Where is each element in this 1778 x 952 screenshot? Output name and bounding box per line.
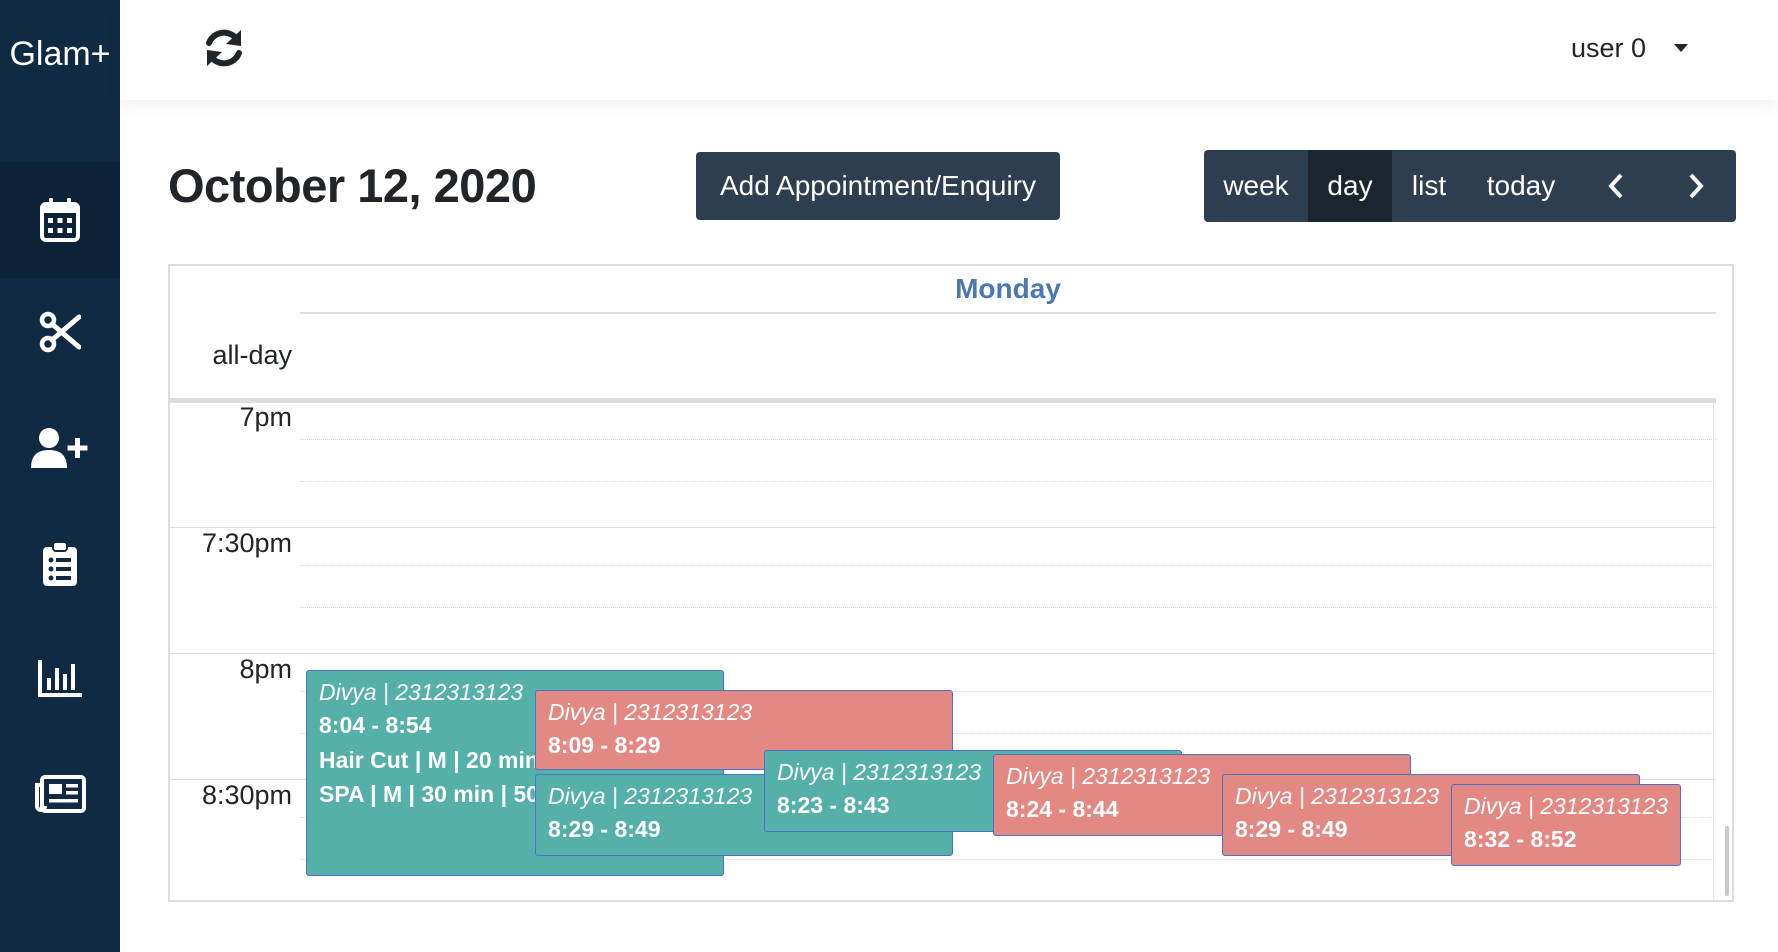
- chart-bar-icon: [38, 660, 82, 697]
- appointment-event[interactable]: Divya | 2312313123 8:32 - 8:52: [1451, 784, 1681, 866]
- calendar-grid: Monday all-day 7pm 7:30pm 8pm 8:30pm Div…: [168, 264, 1734, 902]
- caret-down-icon: [1674, 44, 1688, 52]
- refresh-button[interactable]: [200, 24, 248, 72]
- time-label-7pm: 7pm: [239, 402, 292, 432]
- list-view-button[interactable]: list: [1392, 150, 1466, 222]
- user-menu[interactable]: user 0: [1571, 30, 1688, 66]
- user-name: user 0: [1570, 32, 1646, 63]
- add-appointment-button[interactable]: Add Appointment/Enquiry: [696, 152, 1060, 220]
- user-plus-icon: [31, 428, 88, 468]
- clipboard-list-icon: [43, 541, 77, 586]
- event-time: 8:32 - 8:52: [1464, 826, 1577, 852]
- time-slots[interactable]: 7pm 7:30pm 8pm 8:30pm Divya | 2312313123…: [170, 402, 1716, 900]
- page-title: October 12, 2020: [168, 159, 537, 212]
- time-label-730pm: 7:30pm: [201, 528, 292, 558]
- day-view-button[interactable]: day: [1308, 150, 1392, 222]
- sidebar-item-calendar[interactable]: [0, 162, 120, 278]
- sidebar-item-news[interactable]: [0, 736, 120, 852]
- all-day-row[interactable]: all-day: [170, 314, 1716, 402]
- time-label-830pm: 8:30pm: [201, 780, 292, 810]
- sync-icon: [206, 29, 242, 67]
- scrollbar[interactable]: [1713, 402, 1732, 900]
- all-day-label: all-day: [212, 340, 292, 370]
- sidebar-item-add-client[interactable]: [0, 390, 120, 506]
- sidebar-item-reports[interactable]: [0, 620, 120, 736]
- sidebar-item-tasks[interactable]: [0, 506, 120, 622]
- brand-logo[interactable]: Glam+: [0, 0, 120, 108]
- event-client: Divya | 2312313123: [1464, 793, 1669, 819]
- chevron-left-icon: [1608, 173, 1623, 199]
- prev-button[interactable]: [1576, 150, 1656, 222]
- scissors-icon: [39, 311, 81, 353]
- scrollbar-thumb[interactable]: [1725, 826, 1729, 896]
- day-header: Monday: [300, 266, 1716, 314]
- time-label-8pm: 8pm: [239, 654, 292, 684]
- week-view-button[interactable]: week: [1204, 150, 1308, 222]
- newspaper-icon: [35, 775, 86, 813]
- next-button[interactable]: [1656, 150, 1736, 222]
- chevron-right-icon: [1689, 173, 1704, 199]
- today-button[interactable]: today: [1466, 150, 1576, 222]
- sidebar: Glam+: [0, 0, 120, 952]
- event-client: Divya | 2312313123: [548, 699, 753, 725]
- sidebar-item-services[interactable]: [0, 274, 120, 390]
- view-switcher: week day list today: [1204, 150, 1736, 222]
- calendar-icon: [40, 198, 80, 242]
- top-bar: user 0: [120, 0, 1778, 100]
